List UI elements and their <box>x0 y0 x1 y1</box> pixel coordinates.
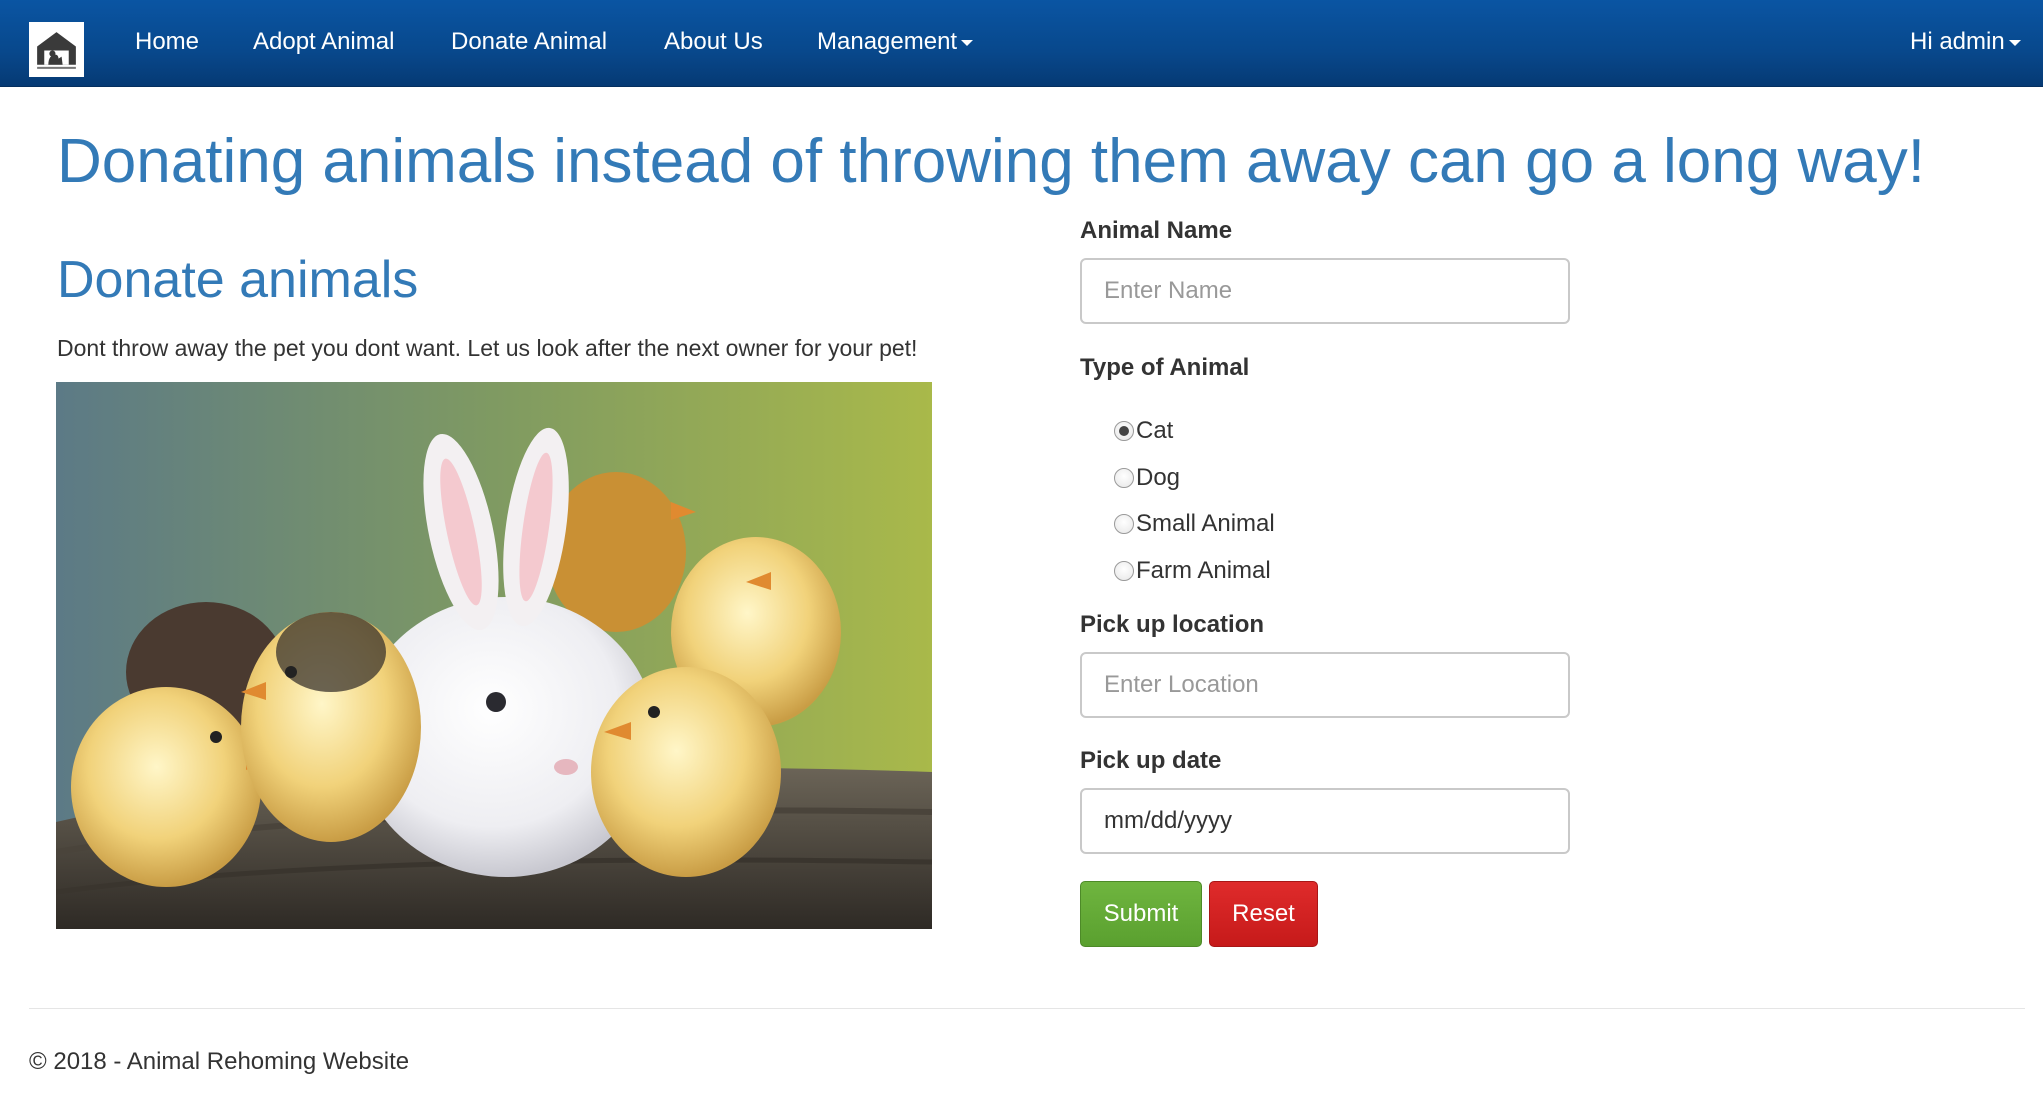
animal-name-input[interactable] <box>1080 258 1570 324</box>
radio-unchecked-icon[interactable] <box>1114 561 1134 581</box>
animal-type-option-dog[interactable]: Dog <box>1114 461 1180 495</box>
section-title: Donate animals <box>57 251 419 309</box>
submit-button[interactable]: Submit <box>1080 881 1202 947</box>
section-description: Dont throw away the pet you dont want. L… <box>57 335 918 361</box>
radio-checked-icon[interactable] <box>1114 421 1134 441</box>
animal-name-label: Animal Name <box>1080 217 1233 244</box>
pickup-location-input[interactable] <box>1080 652 1570 718</box>
pickup-location-label: Pick up location <box>1080 611 1265 638</box>
chevron-down-icon <box>2008 39 2021 46</box>
animal-type-label: Type of Animal <box>1080 354 1250 381</box>
footer-copyright: © 2018 - Animal Rehoming Website <box>29 1048 410 1075</box>
animal-type-option-farm-animal[interactable]: Farm Animal <box>1114 554 1271 588</box>
pickup-date-label: Pick up date <box>1080 747 1222 774</box>
pickup-date-input[interactable] <box>1080 788 1570 854</box>
nav-management-label: Management <box>817 28 958 55</box>
top-navbar: Home Adopt Animal Donate Animal About Us… <box>0 0 2043 87</box>
animal-type-option-cat[interactable]: Cat <box>1114 414 1173 448</box>
animal-type-option-label: Dog <box>1136 464 1181 491</box>
user-menu-dropdown[interactable]: Hi admin <box>1910 27 2021 57</box>
nav-management-dropdown[interactable]: Management <box>817 27 974 57</box>
animal-type-option-small-animal[interactable]: Small Animal <box>1114 507 1275 541</box>
radio-unchecked-icon[interactable] <box>1114 514 1134 534</box>
footer-divider <box>29 1008 2025 1009</box>
nav-donate-animal[interactable]: Donate Animal <box>451 27 607 57</box>
nav-adopt-animal[interactable]: Adopt Animal <box>253 27 394 57</box>
user-menu-label: Hi admin <box>1910 28 2005 55</box>
radio-unchecked-icon[interactable] <box>1114 468 1134 488</box>
rabbit-and-chicks-photo <box>56 382 932 929</box>
animal-type-option-label: Farm Animal <box>1136 557 1271 584</box>
page-headline: Donating animals instead of throwing the… <box>57 127 1925 196</box>
animal-type-option-label: Small Animal <box>1136 510 1275 537</box>
reset-button[interactable]: Reset <box>1209 881 1318 947</box>
chevron-down-icon <box>961 39 974 46</box>
nav-home[interactable]: Home <box>135 27 199 57</box>
nav-about-us[interactable]: About Us <box>664 27 763 57</box>
animal-shelter-logo-icon[interactable] <box>29 22 84 77</box>
animal-type-option-label: Cat <box>1136 417 1174 444</box>
